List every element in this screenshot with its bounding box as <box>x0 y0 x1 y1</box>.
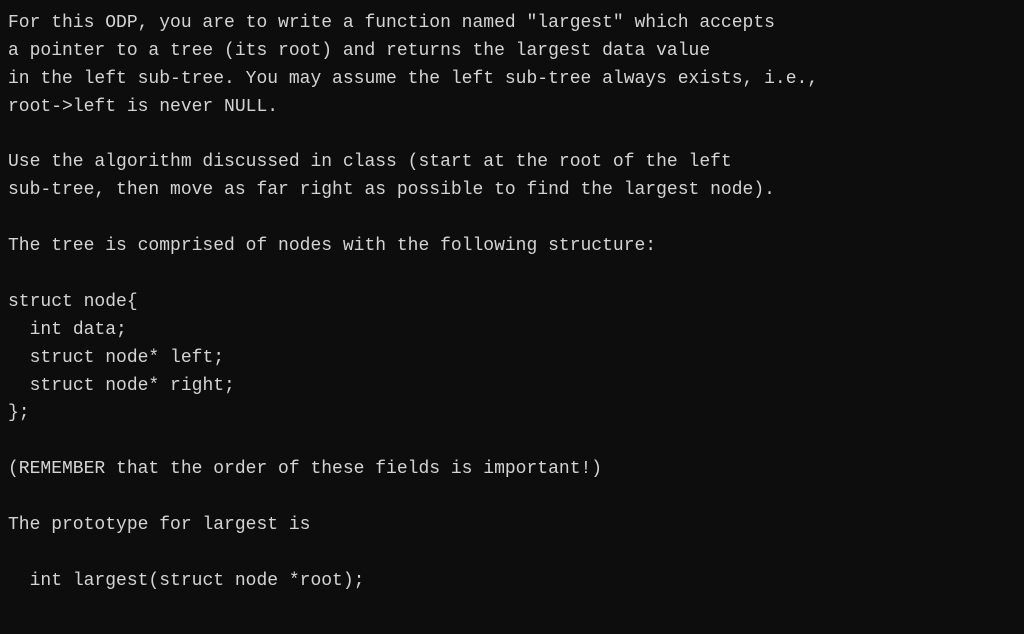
code-display: For this ODP, you are to write a functio… <box>8 10 1016 596</box>
